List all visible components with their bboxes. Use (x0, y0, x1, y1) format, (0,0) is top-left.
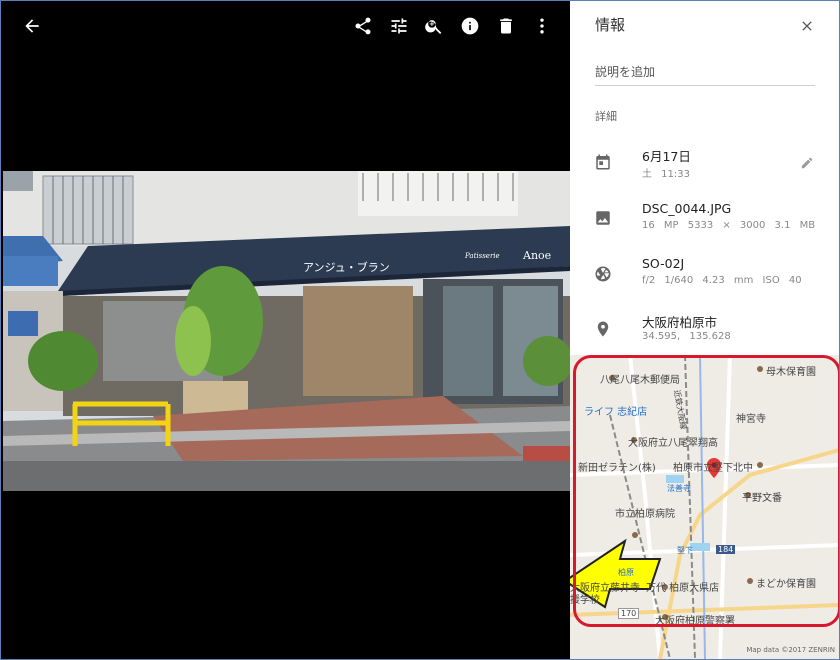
map-attribution: Map data ©2017 ZENRIN (746, 646, 835, 654)
edit-button[interactable] (387, 14, 411, 38)
app-window: アンジュ・ブラン Patisserie Anoe 情報 説明を追加 詳細 6月1… (0, 0, 840, 660)
calendar-icon (596, 154, 610, 170)
share-icon (355, 17, 371, 35)
edit-date-button[interactable] (800, 155, 816, 171)
info-icon (461, 17, 479, 35)
back-button[interactable] (20, 14, 44, 38)
shop-sign: アンジュ・ブラン (303, 260, 390, 274)
location-map[interactable]: 八尾八尾木郵便局 母木保育園 ライフ 志紀店 神宮寺 大阪府立八尾翠翔高 新田ゼ… (570, 355, 839, 659)
trash-icon (500, 18, 512, 34)
close-button[interactable] (796, 15, 818, 37)
shop-photo: アンジュ・ブラン Patisserie Anoe (3, 171, 570, 491)
date-text: 6月17日 (642, 149, 691, 164)
share-button[interactable] (351, 14, 375, 38)
aperture-icon (595, 266, 611, 282)
location-coords: 34.595, 135.628 (642, 331, 731, 342)
arrow-left-icon (25, 19, 39, 33)
zoom-icon (425, 20, 442, 34)
image-icon (596, 211, 610, 225)
time-text: 土 11:33 (642, 169, 690, 180)
camera-model: SO-02J (642, 256, 685, 271)
zoom-button[interactable] (422, 14, 446, 38)
location-pin-icon (597, 321, 609, 337)
more-vert-icon (540, 18, 544, 34)
file-meta: 16 MP 5333 × 3000 3.1 MB (642, 220, 816, 231)
location-name: 大阪府柏原市 (642, 315, 718, 330)
details-heading: 詳細 (595, 110, 617, 123)
highlight-box (573, 355, 839, 627)
tune-icon (391, 18, 407, 34)
description-input[interactable]: 説明を追加 (595, 63, 815, 86)
pencil-icon (801, 157, 813, 169)
panel-title: 情報 (595, 16, 626, 34)
description-placeholder: 説明を追加 (595, 65, 656, 79)
close-icon (802, 21, 812, 31)
delete-button[interactable] (494, 14, 518, 38)
file-name: DSC_0044.JPG (642, 201, 732, 216)
more-button[interactable] (530, 14, 554, 38)
camera-settings: f/2 1/640 4.23 mm ISO 40 (642, 275, 802, 286)
patisserie-sign: Patisserie (464, 252, 500, 260)
shop-sign-right: Anoe (522, 249, 551, 262)
info-panel: 情報 説明を追加 詳細 6月17日 土 11:33 DSC_0044.JPG 1… (570, 1, 839, 659)
info-button[interactable] (458, 14, 482, 38)
photo-viewer: アンジュ・ブラン Patisserie Anoe (1, 1, 570, 659)
